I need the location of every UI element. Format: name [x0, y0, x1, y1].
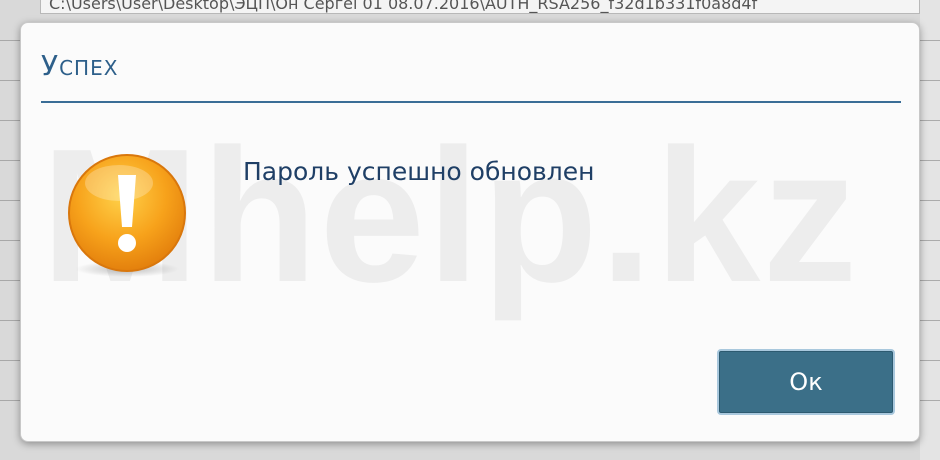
ok-button[interactable]: Ок: [717, 349, 895, 415]
success-dialog: Успех Mhelp.kz Пароль успешно обновлен О…: [20, 22, 920, 442]
background-left-lines: [0, 0, 20, 460]
dialog-message: Пароль успешно обновлен: [243, 157, 595, 186]
background-path-field: C:\Users\User\Desktop\ЭЦП\Он Сергеі 01 0…: [40, 0, 920, 14]
dialog-title: Успех: [41, 49, 119, 82]
warning-icon: [63, 151, 191, 279]
title-divider: [41, 101, 901, 103]
background-right-lines: [920, 0, 940, 460]
